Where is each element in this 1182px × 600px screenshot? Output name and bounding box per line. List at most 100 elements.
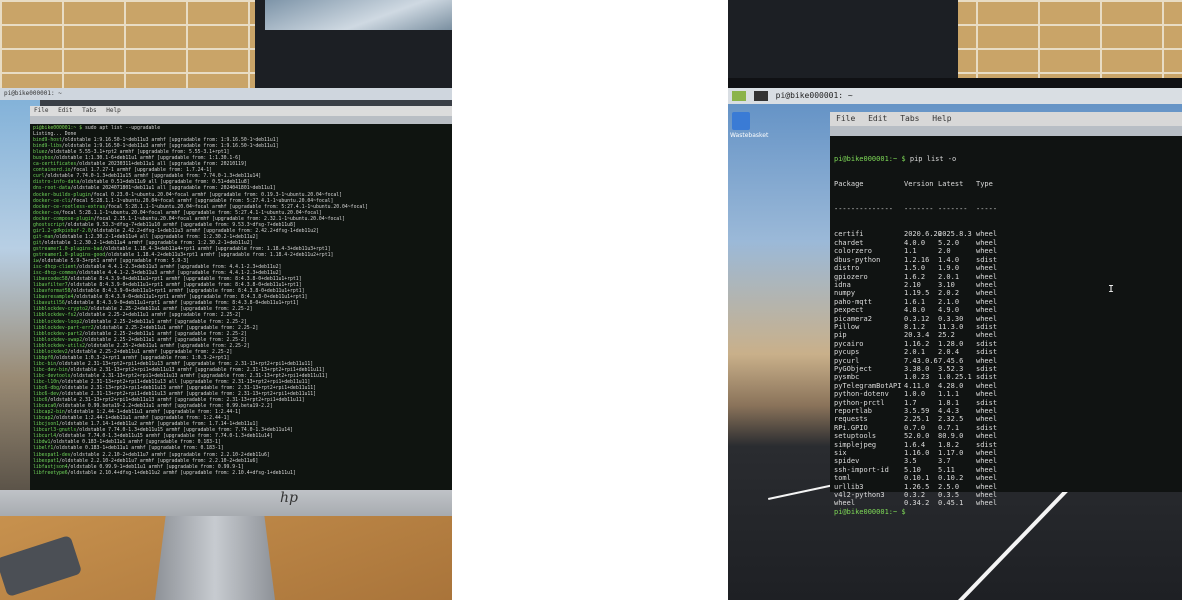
menu-file[interactable]: File	[34, 107, 48, 114]
package-latest: 2.1.0	[938, 297, 960, 306]
package-type: wheel	[976, 356, 998, 365]
package-latest: 1.4.0	[938, 255, 960, 264]
package-detail: /oldstable 9.53.3~dfsg-7+deb11u10 armhf …	[64, 222, 296, 228]
package-name: gir1.2-gdkpixbuf-2.0	[33, 228, 91, 234]
wastebasket-icon[interactable]	[732, 112, 750, 130]
package-type: wheel	[976, 491, 998, 500]
package-version: 7.43.0.6	[904, 356, 938, 365]
package-version: 0.10.1	[904, 474, 930, 483]
command: sudo apt list --upgradable	[82, 126, 161, 131]
package-detail: /oldstable 0.183-1+deb11u1 armhf [upgrad…	[53, 446, 224, 452]
package-detail: /oldstable 8:4.3.9-0+deb11u1+rpt1 armhf …	[67, 277, 302, 283]
package-latest: 1.17.0	[938, 449, 964, 458]
menu-help[interactable]: Help	[106, 107, 120, 114]
menu-tabs[interactable]: Tabs	[900, 114, 919, 123]
package-type: wheel	[976, 381, 998, 390]
package-name: libblockdev-swap2	[33, 337, 83, 343]
menu-edit[interactable]: Edit	[868, 114, 887, 123]
package-latest: 5.2.0	[938, 238, 960, 247]
menu-file[interactable]: File	[836, 114, 855, 123]
package-name: spidev	[834, 457, 860, 466]
prompt: pi@bike000001:~ $	[834, 507, 906, 516]
package-type: wheel	[976, 238, 998, 247]
package-version: 2.25.1	[904, 415, 930, 424]
package-version: 1.19.5	[904, 289, 930, 298]
package-type: sdist	[976, 440, 998, 449]
package-name: git	[33, 240, 42, 246]
package-name: libelf1	[33, 446, 54, 452]
package-name: RPi.GPIO	[834, 423, 868, 432]
package-type: wheel	[976, 407, 998, 415]
package-latest: 4.28.0	[938, 381, 964, 390]
package-detail: /oldstable 2.42.2+dfsg-1+deb11u3 armhf […	[90, 228, 319, 234]
package-latest: 5.11	[938, 465, 955, 474]
menu-icon[interactable]	[732, 91, 746, 101]
package-detail: /oldstable 2.31-13+rpt2+rpi1+deb11u13 ar…	[59, 386, 317, 392]
table-row: pyTelegramBotAPI 4.11.0 4.28.0 wheel	[834, 382, 1178, 390]
package-type: wheel	[976, 432, 998, 441]
table-row: PyGObject 3.38.0 3.52.3 sdist	[834, 365, 1178, 373]
package-type: sdist	[976, 255, 998, 264]
package-name: libblockdev2	[33, 349, 68, 355]
package-version: 0.3.2	[904, 491, 926, 500]
package-name: paho-mqtt	[834, 297, 872, 306]
table-row: pysmbc 1.0.23 1.0.25.1 sdist	[834, 373, 1178, 381]
package-detail: /oldstable 1:2.30.2-1+deb11u4 armhf [upg…	[41, 240, 253, 246]
package-detail: /oldstable 8:4.3.9-0+deb11u1+rpt1 armhf …	[73, 295, 308, 301]
package-latest: 25.2	[938, 331, 955, 340]
table-row: pycurl 7.43.0.6 7.45.6 wheel	[834, 357, 1178, 365]
table-row: idna 2.10 3.10 wheel	[834, 281, 1178, 289]
package-version: 3.38.0	[904, 364, 930, 373]
terminal-titlebar	[830, 126, 1182, 136]
package-name: libdw1	[33, 440, 51, 446]
table-row: setuptools 52.0.0 80.9.0 wheel	[834, 432, 1178, 440]
package-version: 1.6.2	[904, 272, 926, 281]
package-name: pysmbc	[834, 373, 860, 382]
terminal-window[interactable]: File Edit Tabs Help pi@bike000001:~ $ pi…	[830, 112, 1182, 516]
table-row: v4l2-python3 0.3.2 0.3.5 wheel	[834, 491, 1178, 499]
package-detail: /oldstable 2.25-2+deb11u1 armhf [upgrada…	[76, 313, 241, 319]
package-latest: 3.7	[938, 457, 951, 466]
package-version: 1.0.0	[904, 390, 926, 399]
package-version: 1.7	[904, 398, 917, 407]
window	[265, 0, 452, 30]
package-version: 3.5	[904, 457, 917, 466]
package-type: wheel	[976, 474, 998, 483]
package-detail: /oldstable 4.4.1-2.3+deb11u3 armhf [upgr…	[76, 271, 282, 277]
menu-tabs[interactable]: Tabs	[82, 107, 96, 114]
package-name: certifi	[834, 230, 864, 239]
package-name: gpiozero	[834, 272, 868, 281]
package-name: bluez	[33, 150, 48, 156]
package-name: pexpect	[834, 306, 864, 315]
package-type: sdist	[976, 322, 998, 331]
package-detail: /oldstable 2.31-13+rpt2+rpi1+deb11u13 ar…	[56, 361, 314, 367]
package-name: pip	[834, 331, 847, 340]
package-version: 20.3.4	[904, 331, 930, 340]
package-name: libc-dev-bin	[33, 367, 68, 373]
table-row: pycups 2.0.1 2.0.4 sdist	[834, 348, 1178, 356]
package-type: wheel	[976, 289, 998, 298]
terminal-icon[interactable]	[753, 91, 768, 101]
package-version: 1.1	[904, 247, 917, 256]
package-latest: 2.0.4	[938, 348, 960, 357]
terminal-window[interactable]: File Edit Tabs Help pi@bike000001:~ $ su…	[30, 106, 452, 490]
package-name: six	[834, 449, 847, 458]
taskbar-title: pi@bike000001: ~	[4, 90, 62, 97]
package-latest: 2025.8.3	[938, 230, 972, 239]
package-version: 0.3.12	[904, 314, 930, 323]
table-row: ssh-import-id 5.10 5.11 wheel	[834, 466, 1178, 474]
menu-edit[interactable]: Edit	[58, 107, 72, 114]
package-detail: /oldstable 1.18.4-3+deb11u4+rpt1 armhf […	[102, 246, 331, 252]
table-row: toml 0.10.1 0.10.2 wheel	[834, 474, 1178, 482]
package-name: isc-dhcp-common	[33, 271, 77, 277]
hp-logo: hp	[280, 490, 298, 506]
table-row: urllib3 1.26.5 2.5.0 wheel	[834, 483, 1178, 491]
text-cursor-icon: I	[1108, 284, 1115, 295]
package-version: 1.16.2	[904, 339, 930, 348]
package-detail: /oldstable 1:0.3-2+rpt1 armhf [upgradabl…	[53, 355, 230, 361]
table-row: six 1.16.0 1.17.0 wheel	[834, 449, 1178, 457]
menu-help[interactable]: Help	[932, 114, 951, 123]
header-latest: Latest	[938, 180, 964, 189]
package-latest: 0.3.30	[938, 314, 964, 323]
taskbar-title[interactable]: pi@bike000001: ~	[776, 91, 853, 100]
